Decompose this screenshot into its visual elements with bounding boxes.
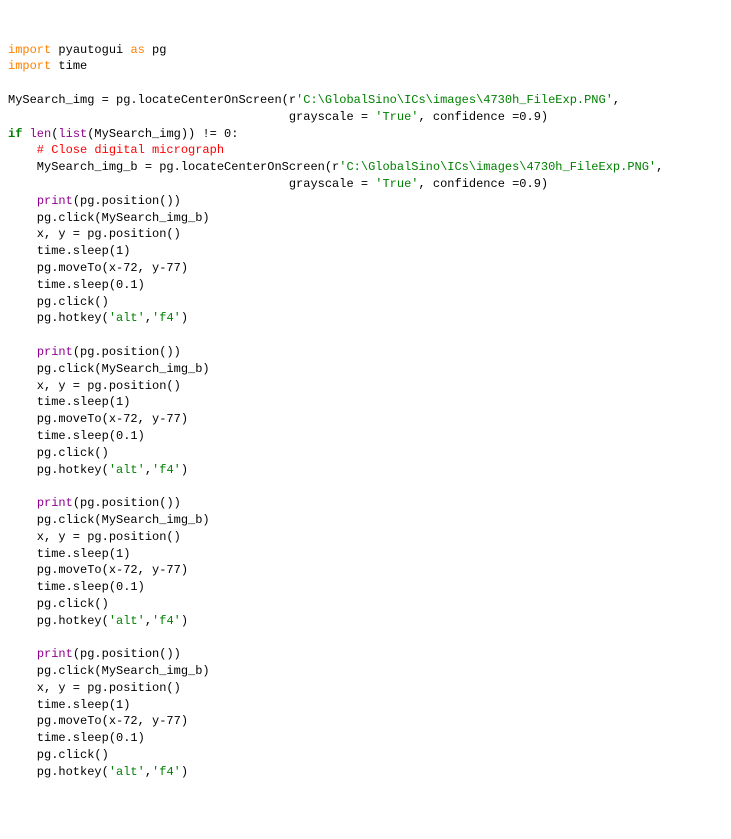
txt: pg.hotkey( [8, 614, 109, 628]
str: 'C:\GlobalSino\ICs\images\4730h_FileExp.… [296, 93, 613, 107]
txt: pyautogui [51, 43, 130, 57]
code-block: import pyautogui as pg import time MySea… [8, 42, 723, 781]
str: 'alt' [109, 463, 145, 477]
txt: ) [181, 765, 188, 779]
txt: x, y = pg.position() [8, 681, 181, 695]
txt: ) [181, 463, 188, 477]
txt: x, y = pg.position() [8, 227, 181, 241]
txt: (pg.position()) [73, 194, 181, 208]
txt: x, y = pg.position() [8, 379, 181, 393]
txt: time.sleep(0.1) [8, 580, 145, 594]
txt: time.sleep(0.1) [8, 278, 145, 292]
comment: # Close digital micrograph [8, 143, 224, 157]
txt: time [51, 59, 87, 73]
txt: , confidence =0.9) [418, 110, 684, 124]
kw-as: as [130, 43, 144, 57]
txt: (pg.position()) [73, 345, 181, 359]
kw-import: import [8, 59, 51, 73]
txt: time.sleep(1) [8, 395, 130, 409]
str: 'alt' [109, 311, 145, 325]
txt: pg.hotkey( [8, 765, 109, 779]
str: 'True' [375, 110, 418, 124]
txt [8, 345, 37, 359]
builtin-print: print [37, 647, 73, 661]
txt [8, 496, 37, 510]
kw-if: if [8, 127, 22, 141]
str: 'f4' [152, 463, 181, 477]
txt: (MySearch_img)) != 0: [87, 127, 238, 141]
txt: time.sleep(0.1) [8, 429, 145, 443]
txt: pg.moveTo(x-72, y-77) [8, 714, 188, 728]
str: 'f4' [152, 614, 181, 628]
txt: pg.click(MySearch_img_b) [8, 362, 210, 376]
str: 'alt' [109, 614, 145, 628]
txt: pg.moveTo(x-72, y-77) [8, 563, 188, 577]
str: 'True' [375, 177, 418, 191]
txt: MySearch_img = pg.locateCenterOnScreen(r [8, 93, 296, 107]
txt: time.sleep(1) [8, 547, 130, 561]
txt: pg.moveTo(x-72, y-77) [8, 261, 188, 275]
txt: , [145, 614, 152, 628]
txt: , [145, 463, 152, 477]
txt [22, 127, 29, 141]
txt: grayscale = [8, 110, 375, 124]
txt [8, 647, 37, 661]
txt: (pg.position()) [73, 496, 181, 510]
txt: pg.click() [8, 446, 109, 460]
txt: pg.click() [8, 295, 109, 309]
builtin-print: print [37, 345, 73, 359]
txt: pg.click(MySearch_img_b) [8, 211, 210, 225]
txt: pg.click() [8, 748, 109, 762]
txt [8, 194, 37, 208]
str: 'f4' [152, 765, 181, 779]
builtin-list: list [58, 127, 87, 141]
txt: MySearch_img_b = pg.locateCenterOnScreen… [8, 160, 339, 174]
kw-import: import [8, 43, 51, 57]
txt: (pg.position()) [73, 647, 181, 661]
builtin-print: print [37, 194, 73, 208]
txt: pg.click(MySearch_img_b) [8, 664, 210, 678]
txt: grayscale = [8, 177, 375, 191]
builtin-len: len [30, 127, 52, 141]
txt: , [656, 160, 663, 174]
txt: , confidence =0.9) [418, 177, 548, 191]
txt: , [613, 93, 620, 107]
str: 'alt' [109, 765, 145, 779]
txt: , [145, 311, 152, 325]
txt: pg [145, 43, 167, 57]
txt: pg.hotkey( [8, 311, 109, 325]
txt: ) [181, 614, 188, 628]
txt: x, y = pg.position() [8, 530, 181, 544]
txt: time.sleep(1) [8, 244, 130, 258]
txt: pg.click() [8, 597, 109, 611]
builtin-print: print [37, 496, 73, 510]
txt: time.sleep(0.1) [8, 731, 145, 745]
str: 'C:\GlobalSino\ICs\images\4730h_FileExp.… [339, 160, 656, 174]
txt: pg.moveTo(x-72, y-77) [8, 412, 188, 426]
txt: pg.click(MySearch_img_b) [8, 513, 210, 527]
txt: , [145, 765, 152, 779]
txt: ) [181, 311, 188, 325]
txt: pg.hotkey( [8, 463, 109, 477]
txt: time.sleep(1) [8, 698, 130, 712]
str: 'f4' [152, 311, 181, 325]
